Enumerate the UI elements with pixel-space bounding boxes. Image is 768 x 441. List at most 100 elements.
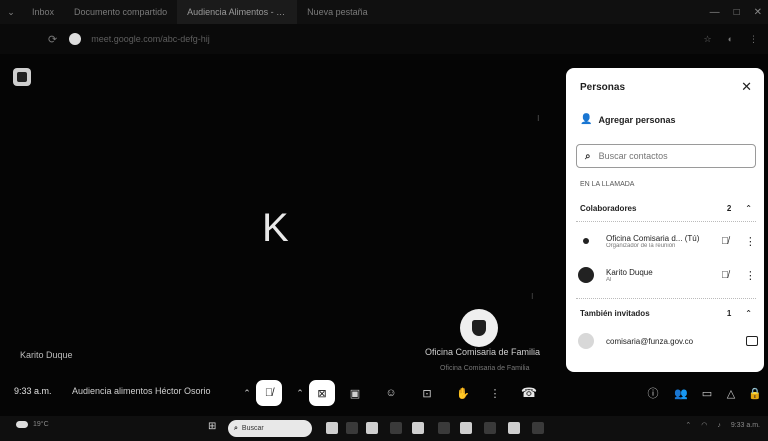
site-icon xyxy=(69,33,82,45)
raise-hand-button[interactable]: ✋ xyxy=(450,380,476,406)
add-people-button[interactable]: 👤 Agregar personas xyxy=(580,114,675,125)
weather-widget[interactable]: 19°C xyxy=(16,421,49,428)
address-bar-actions: ☆ ◐ ⋮ xyxy=(703,34,758,45)
participant-tile-name: Oficina Comisaria de Familia xyxy=(425,347,541,357)
mic-off-icon[interactable]: 🎙̸ xyxy=(717,236,732,247)
people-button[interactable]: 👥 xyxy=(668,380,694,406)
taskbar-app-icon[interactable] xyxy=(484,422,496,434)
info-button[interactable]: ⓘ xyxy=(640,380,666,406)
search-contacts[interactable]: ⌕ xyxy=(576,144,756,168)
leave-call-button[interactable]: ☎ xyxy=(516,380,542,406)
mic-off-icon[interactable]: 🎙̸ xyxy=(717,270,732,281)
more-options-icon[interactable]: ⋮ xyxy=(743,269,758,282)
taskbar-clock[interactable]: 9:33 a.m. xyxy=(731,422,760,429)
group-collaborators[interactable]: Colaboradores 2 ⌃ xyxy=(580,204,752,213)
reload-icon[interactable]: ⟳ xyxy=(48,33,57,46)
participant-tile-sub: Oficina Comisaria de Familia xyxy=(440,365,530,372)
taskbar-app-icon[interactable] xyxy=(326,422,338,434)
chat-button[interactable]: ▭ xyxy=(694,380,720,406)
add-people-label: Agregar personas xyxy=(598,114,676,125)
meeting-controls: 9:33 a.m. Audiencia alimentos Héctor Oso… xyxy=(0,376,768,416)
bookmark-icon[interactable]: ☆ xyxy=(703,34,711,45)
window-controls: — □ ✕ xyxy=(710,0,762,24)
group-label: Colaboradores xyxy=(580,204,637,213)
group-label: También invitados xyxy=(580,309,650,318)
wifi-icon[interactable]: ◠ xyxy=(701,421,707,429)
minimize-icon[interactable]: — xyxy=(710,7,720,18)
participant-row[interactable]: Oficina Comisaria d... (Tú) Organizador … xyxy=(578,228,758,254)
main-participant-name: Karito Duque xyxy=(20,350,73,360)
chevron-up-icon[interactable]: ⌃ xyxy=(685,421,691,429)
browser-menu-icon[interactable]: ⋮ xyxy=(749,34,758,45)
group-count: 1 xyxy=(726,309,732,318)
shield-icon xyxy=(472,320,486,336)
add-person-icon: 👤 xyxy=(580,114,593,125)
taskbar-search[interactable]: ⌕ Buscar xyxy=(228,420,312,437)
system-tray: ⌃ ◠ ♪ 9:33 a.m. xyxy=(685,421,760,430)
taskbar-app-icon[interactable] xyxy=(412,422,424,434)
group-count: 2 xyxy=(726,204,732,213)
taskbar-app-icon[interactable] xyxy=(390,422,402,434)
start-icon[interactable]: ⊞ xyxy=(208,421,216,432)
main-participant-initial: K xyxy=(262,206,289,250)
activities-button[interactable]: △ xyxy=(718,380,744,406)
tab-2[interactable]: Documento compartido xyxy=(64,0,177,24)
maximize-icon[interactable]: □ xyxy=(734,7,740,18)
close-icon[interactable]: ✕ xyxy=(741,79,752,95)
url-field[interactable]: meet.google.com/abc-defg-hij xyxy=(91,34,210,44)
mic-options-chevron-icon[interactable]: ⌃ xyxy=(240,380,254,406)
tab-4[interactable]: Nueva pestaña xyxy=(297,0,378,24)
meeting-time: 9:33 a.m. xyxy=(14,386,52,396)
more-options-icon[interactable]: ⋮ xyxy=(743,235,758,248)
search-input[interactable] xyxy=(598,151,739,161)
chevron-up-icon[interactable]: ⌃ xyxy=(745,309,752,318)
taskbar-app-icon[interactable] xyxy=(508,422,520,434)
cloud-icon xyxy=(16,421,28,428)
participant-avatar xyxy=(460,309,498,347)
pin-icon[interactable]: ⁝ xyxy=(537,114,540,123)
weather-temp: 19°C xyxy=(33,421,49,428)
taskbar-search-placeholder: Buscar xyxy=(241,425,264,432)
taskbar-app-icon[interactable] xyxy=(366,422,378,434)
avatar xyxy=(578,233,594,249)
volume-icon[interactable]: ♪ xyxy=(717,422,721,429)
chevron-up-icon[interactable]: ⌃ xyxy=(745,204,752,213)
emoji-button[interactable]: ☺ xyxy=(378,380,404,406)
section-label: EN LA LLAMADA xyxy=(580,181,635,188)
tab-1[interactable]: Inbox xyxy=(22,0,64,24)
participant-row[interactable]: Karito Duque Al 🎙̸ ⋮ xyxy=(578,262,758,288)
invited-email: comisaria@funza.gov.co xyxy=(606,336,694,346)
tab-menu-icon[interactable]: ⌄ xyxy=(0,7,22,18)
avatar xyxy=(578,267,594,283)
search-icon: ⌕ xyxy=(234,424,238,432)
divider xyxy=(576,221,756,222)
chat-icon[interactable] xyxy=(746,336,758,346)
taskbar-app-icon[interactable] xyxy=(532,422,544,434)
mic-toggle-button[interactable]: 🎙̸ xyxy=(256,380,282,406)
tab-3-active[interactable]: Audiencia Alimentos - Meet xyxy=(177,0,298,24)
close-window-icon[interactable]: ✕ xyxy=(754,7,762,18)
meeting-title: Audiencia alimentos Héctor Osorio xyxy=(72,386,211,396)
browser-tab-bar: ⌄ Inbox Documento compartido Audiencia A… xyxy=(0,0,768,24)
profile-icon[interactable]: ◐ xyxy=(728,34,733,44)
captions-button[interactable]: ▣ xyxy=(342,380,368,406)
host-controls-button[interactable]: 🔒 xyxy=(742,380,768,406)
camera-options-chevron-icon[interactable]: ⌃ xyxy=(293,380,307,406)
people-panel: Personas ✕ 👤 Agregar personas ⌕ EN LA LL… xyxy=(566,68,764,372)
taskbar-app-icon[interactable] xyxy=(438,422,450,434)
os-taskbar: 19°C ⊞ ⌕ Buscar ⌃ ◠ ♪ 9:33 a.m. xyxy=(0,416,768,441)
taskbar-app-icon[interactable] xyxy=(346,422,358,434)
tile-options-icon[interactable]: ⁝ xyxy=(531,292,534,301)
panel-title: Personas xyxy=(580,82,626,93)
participant-sub: Al xyxy=(606,276,612,283)
taskbar-app-icon[interactable] xyxy=(460,422,472,434)
camera-toggle-button[interactable]: ⊠ xyxy=(309,380,335,406)
group-also-invited[interactable]: También invitados 1 ⌃ xyxy=(580,309,752,318)
meeting-info-icon[interactable] xyxy=(13,68,31,86)
present-button[interactable]: ⊡ xyxy=(414,380,440,406)
participant-name: Oficina Comisaria d... (Tú) xyxy=(606,233,700,243)
participant-role: Organizador de la reunión xyxy=(606,242,676,249)
invited-row[interactable]: comisaria@funza.gov.co xyxy=(578,328,758,354)
more-options-button[interactable]: ⋮ xyxy=(482,380,508,406)
divider xyxy=(576,298,756,299)
